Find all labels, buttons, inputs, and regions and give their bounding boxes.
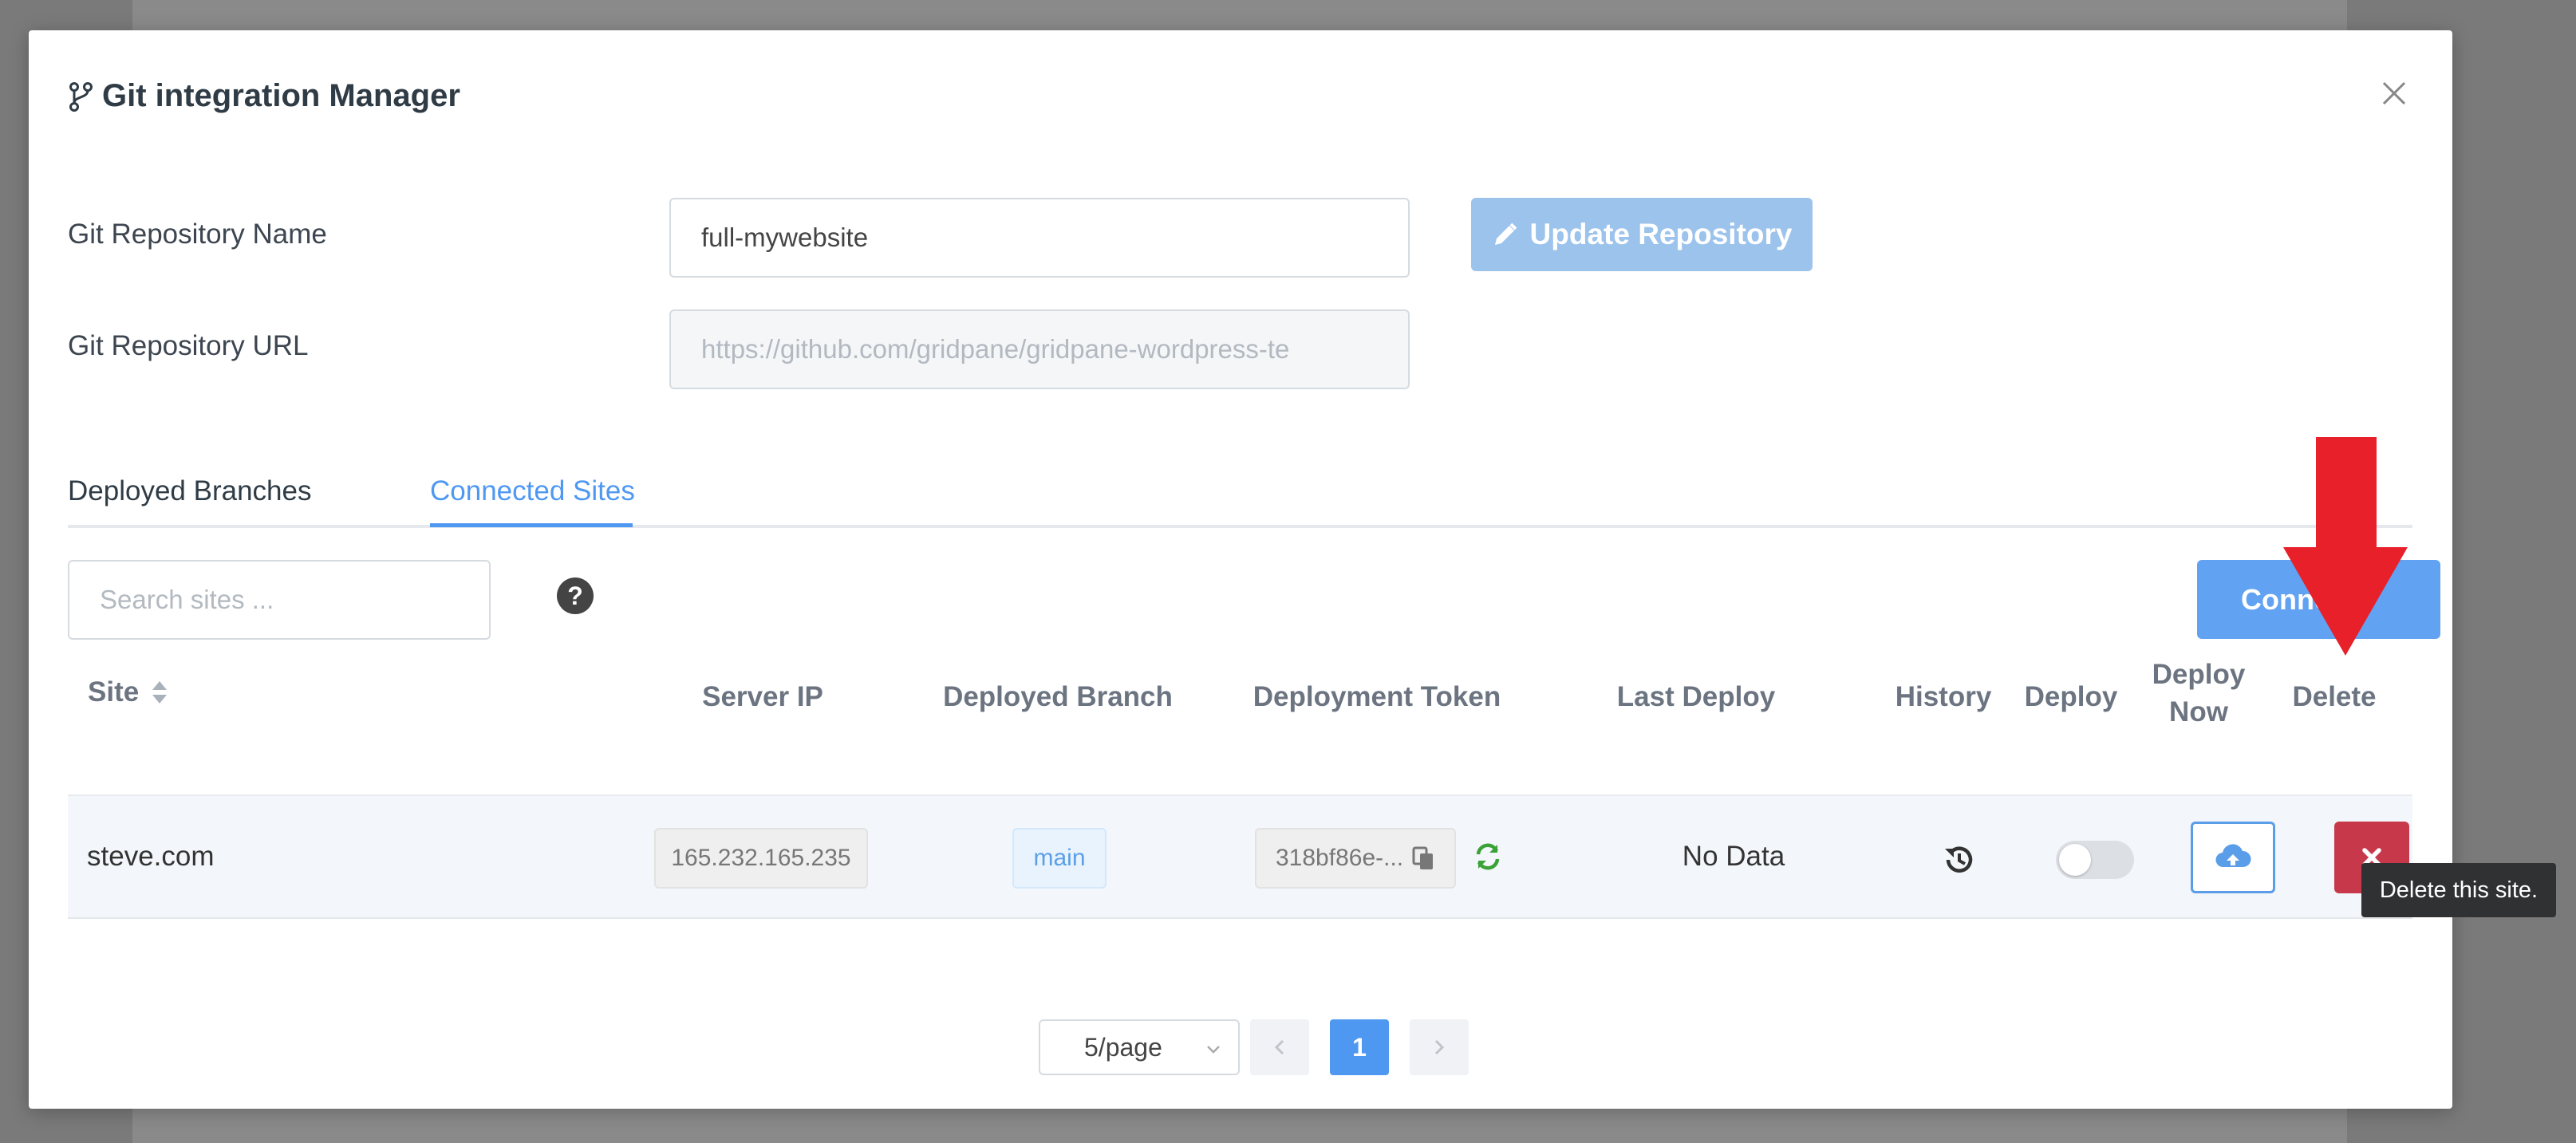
col-header-delete: Delete <box>2292 681 2377 712</box>
repo-name-label: Git Repository Name <box>68 219 327 250</box>
repo-url-field[interactable]: https://github.com/gridpane/gridpane-wor… <box>669 309 1410 389</box>
repo-url-label: Git Repository URL <box>68 330 309 361</box>
page-number-button[interactable]: 1 <box>1330 1019 1389 1075</box>
chevron-left-icon <box>1274 1039 1284 1055</box>
chevron-right-icon <box>1434 1039 1445 1055</box>
page-size-select[interactable]: 5/page <box>1039 1019 1240 1075</box>
col-header-site[interactable]: Site <box>88 673 169 711</box>
git-integration-modal: Git integration Manager Git Repository N… <box>29 30 2452 1109</box>
modal-title: Git integration Manager <box>67 78 460 114</box>
history-icon[interactable] <box>1941 842 1976 877</box>
cloud-upload-icon <box>2215 844 2251 868</box>
pencil-icon <box>1494 223 1517 245</box>
refresh-icon[interactable] <box>1472 841 1504 873</box>
last-deploy-value: No Data <box>1682 841 1785 872</box>
help-icon[interactable]: ? <box>557 577 594 614</box>
branch-badge: main <box>1012 828 1107 889</box>
col-header-deploy-now-line2: Now <box>2169 696 2228 728</box>
col-header-site-label: Site <box>88 676 140 707</box>
server-ip-badge: 165.232.165.235 <box>654 828 868 889</box>
modal-title-text: Git integration Manager <box>102 78 460 113</box>
col-header-deploy-now-line1: Deploy <box>2152 659 2246 690</box>
tabs-bar: Deployed Branches Connected Sites <box>68 467 2412 528</box>
col-header-deployment-token: Deployment Token <box>1252 681 1501 712</box>
deploy-now-button[interactable] <box>2191 822 2275 893</box>
search-sites-input[interactable] <box>68 560 491 640</box>
repo-name-field[interactable]: full-mywebsite <box>669 198 1410 278</box>
token-value: 318bf86e-... <box>1276 845 1404 871</box>
col-header-deploy-now: Deploy Now <box>2143 656 2254 731</box>
prev-page-button[interactable] <box>1250 1019 1309 1075</box>
update-repository-label: Update Repository <box>1529 218 1793 250</box>
table-row: steve.com 165.232.165.235 main 318bf86e-… <box>68 794 2412 919</box>
sort-icon[interactable] <box>150 678 169 707</box>
deploy-toggle[interactable] <box>2056 841 2134 879</box>
page-size-value: 5/page <box>1084 1032 1162 1062</box>
chevron-down-icon <box>1207 1046 1220 1054</box>
tab-connected-sites[interactable]: Connected Sites <box>430 475 635 507</box>
update-repository-button[interactable]: Update Repository <box>1471 198 1813 271</box>
site-name[interactable]: steve.com <box>87 841 215 873</box>
next-page-button[interactable] <box>1410 1019 1469 1075</box>
active-tab-indicator <box>430 523 633 527</box>
col-header-server-ip: Server IP <box>702 681 823 712</box>
copy-icon[interactable] <box>1411 845 1435 871</box>
git-branch-icon <box>69 81 93 112</box>
col-header-last-deploy: Last Deploy <box>1616 681 1776 712</box>
col-header-deploy: Deploy <box>2024 681 2118 712</box>
close-icon[interactable] <box>2377 77 2411 110</box>
col-header-deployed-branch: Deployed Branch <box>943 681 1173 712</box>
token-badge: 318bf86e-... <box>1255 828 1456 889</box>
annotation-arrow <box>2283 437 2408 656</box>
col-header-history: History <box>1895 681 1992 712</box>
delete-tooltip: Delete this site. <box>2361 863 2556 917</box>
tab-deployed-branches[interactable]: Deployed Branches <box>68 475 311 507</box>
